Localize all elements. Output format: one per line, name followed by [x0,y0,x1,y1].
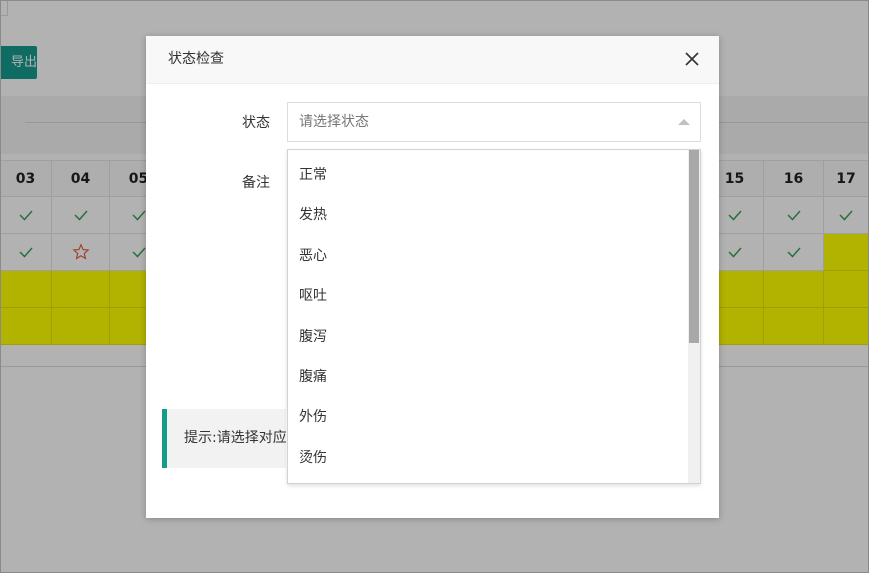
status-option[interactable]: 正常 [288,155,688,195]
status-option[interactable]: 腹泻 [288,317,688,357]
status-label: 状态 [242,115,270,131]
remark-label: 备注 [242,175,270,191]
status-option[interactable]: 腹痛 [288,357,688,397]
status-option[interactable]: 发热 [288,195,688,235]
dialog-header: 状态检查 [146,36,719,84]
close-icon[interactable] [683,50,701,68]
scrollbar-thumb[interactable] [689,150,699,343]
dialog-title: 状态检查 [168,51,224,67]
status-dropdown: 正常 发热 恶心 呕吐 腹泻 腹痛 外伤 烫伤 [287,149,701,484]
status-option[interactable]: 恶心 [288,236,688,276]
scrollbar[interactable] [688,150,700,483]
status-option[interactable]: 外伤 [288,397,688,437]
status-option[interactable]: 烫伤 [288,438,688,478]
tip-text: 提示:请选择对应 [184,430,286,446]
status-option[interactable]: 呕吐 [288,276,688,316]
tip-box: 提示:请选择对应 [162,409,286,468]
caret-up-icon [678,119,690,125]
status-placeholder: 请选择状态 [299,114,369,130]
status-select[interactable]: 请选择状态 [287,102,701,142]
